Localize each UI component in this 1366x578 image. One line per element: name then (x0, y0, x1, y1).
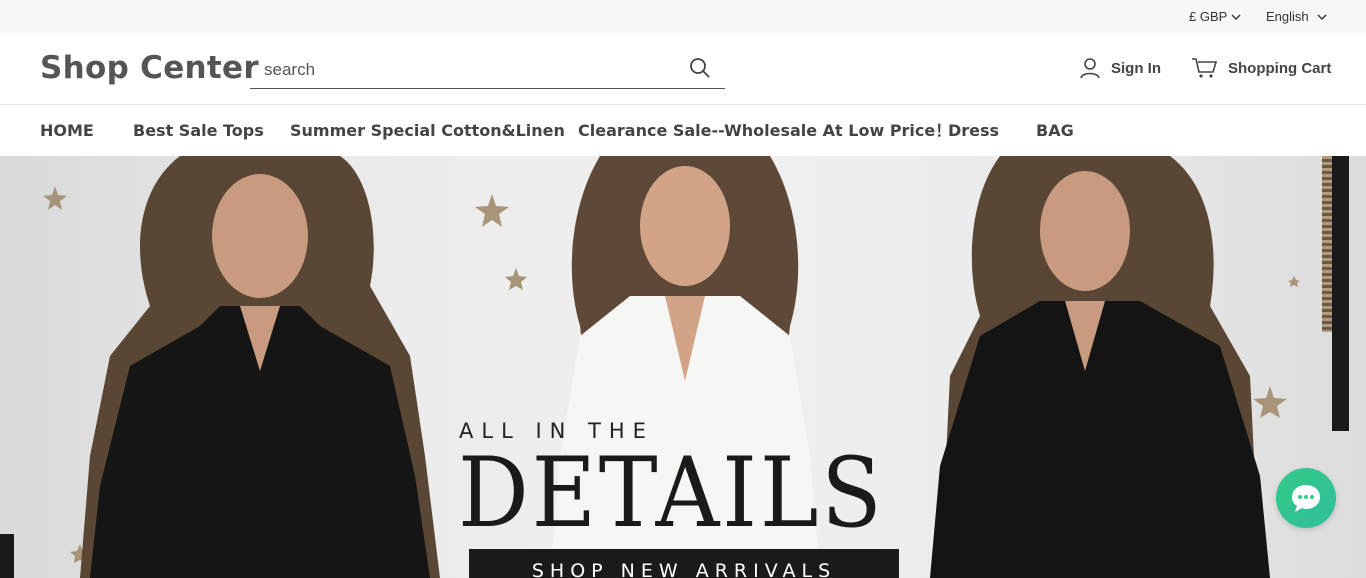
language-selector[interactable]: English (1266, 0, 1327, 33)
search-input[interactable] (262, 57, 676, 83)
search-button[interactable] (689, 57, 713, 81)
nav-item-clearance-sale[interactable]: Clearance Sale--Wholesale At Low Price！ (578, 105, 951, 156)
sign-in-label: Sign In (1111, 59, 1161, 77)
hero-title: DETAILS (458, 437, 885, 549)
user-icon (1080, 58, 1100, 79)
model-left-image (80, 156, 440, 578)
nav-item-summer-special[interactable]: Summer Special Cotton&Linen (290, 105, 565, 156)
cart-icon (1192, 58, 1218, 78)
glitter-strip (1322, 156, 1332, 332)
search-icon (690, 58, 710, 78)
chat-button[interactable] (1276, 468, 1336, 528)
main-nav: HOME Best Sale Tops Summer Special Cotto… (0, 105, 1366, 156)
nav-item-bag[interactable]: BAG (1036, 105, 1074, 156)
dark-corner-left (0, 534, 14, 578)
shopping-cart-link[interactable]: Shopping Cart (1191, 55, 1331, 81)
currency-selector[interactable]: £ GBP (1189, 0, 1241, 33)
nav-item-home[interactable]: HOME (40, 105, 94, 156)
shop-new-arrivals-button[interactable]: SHOP NEW ARRIVALS (469, 549, 899, 578)
model-right-image (930, 156, 1270, 578)
chevron-down-icon (1231, 14, 1241, 21)
dark-strip (1332, 156, 1349, 431)
site-header: Shop Center Sign In Shopping Cart (0, 33, 1366, 105)
nav-item-best-sale-tops[interactable]: Best Sale Tops (133, 105, 264, 156)
nav-item-dress[interactable]: Dress (948, 105, 999, 156)
hero-banner[interactable]: ALL IN THE DETAILS SHOP NEW ARRIVALS (0, 156, 1366, 578)
chevron-down-icon (1317, 14, 1327, 21)
site-logo[interactable]: Shop Center (40, 50, 259, 86)
language-label: English (1266, 9, 1309, 24)
chat-icon (1292, 485, 1320, 512)
top-utility-bar: £ GBP English (0, 0, 1366, 33)
sign-in-link[interactable]: Sign In (1079, 55, 1161, 81)
search-bar (250, 51, 725, 89)
currency-label: £ GBP (1189, 9, 1228, 24)
cart-label: Shopping Cart (1228, 59, 1332, 77)
